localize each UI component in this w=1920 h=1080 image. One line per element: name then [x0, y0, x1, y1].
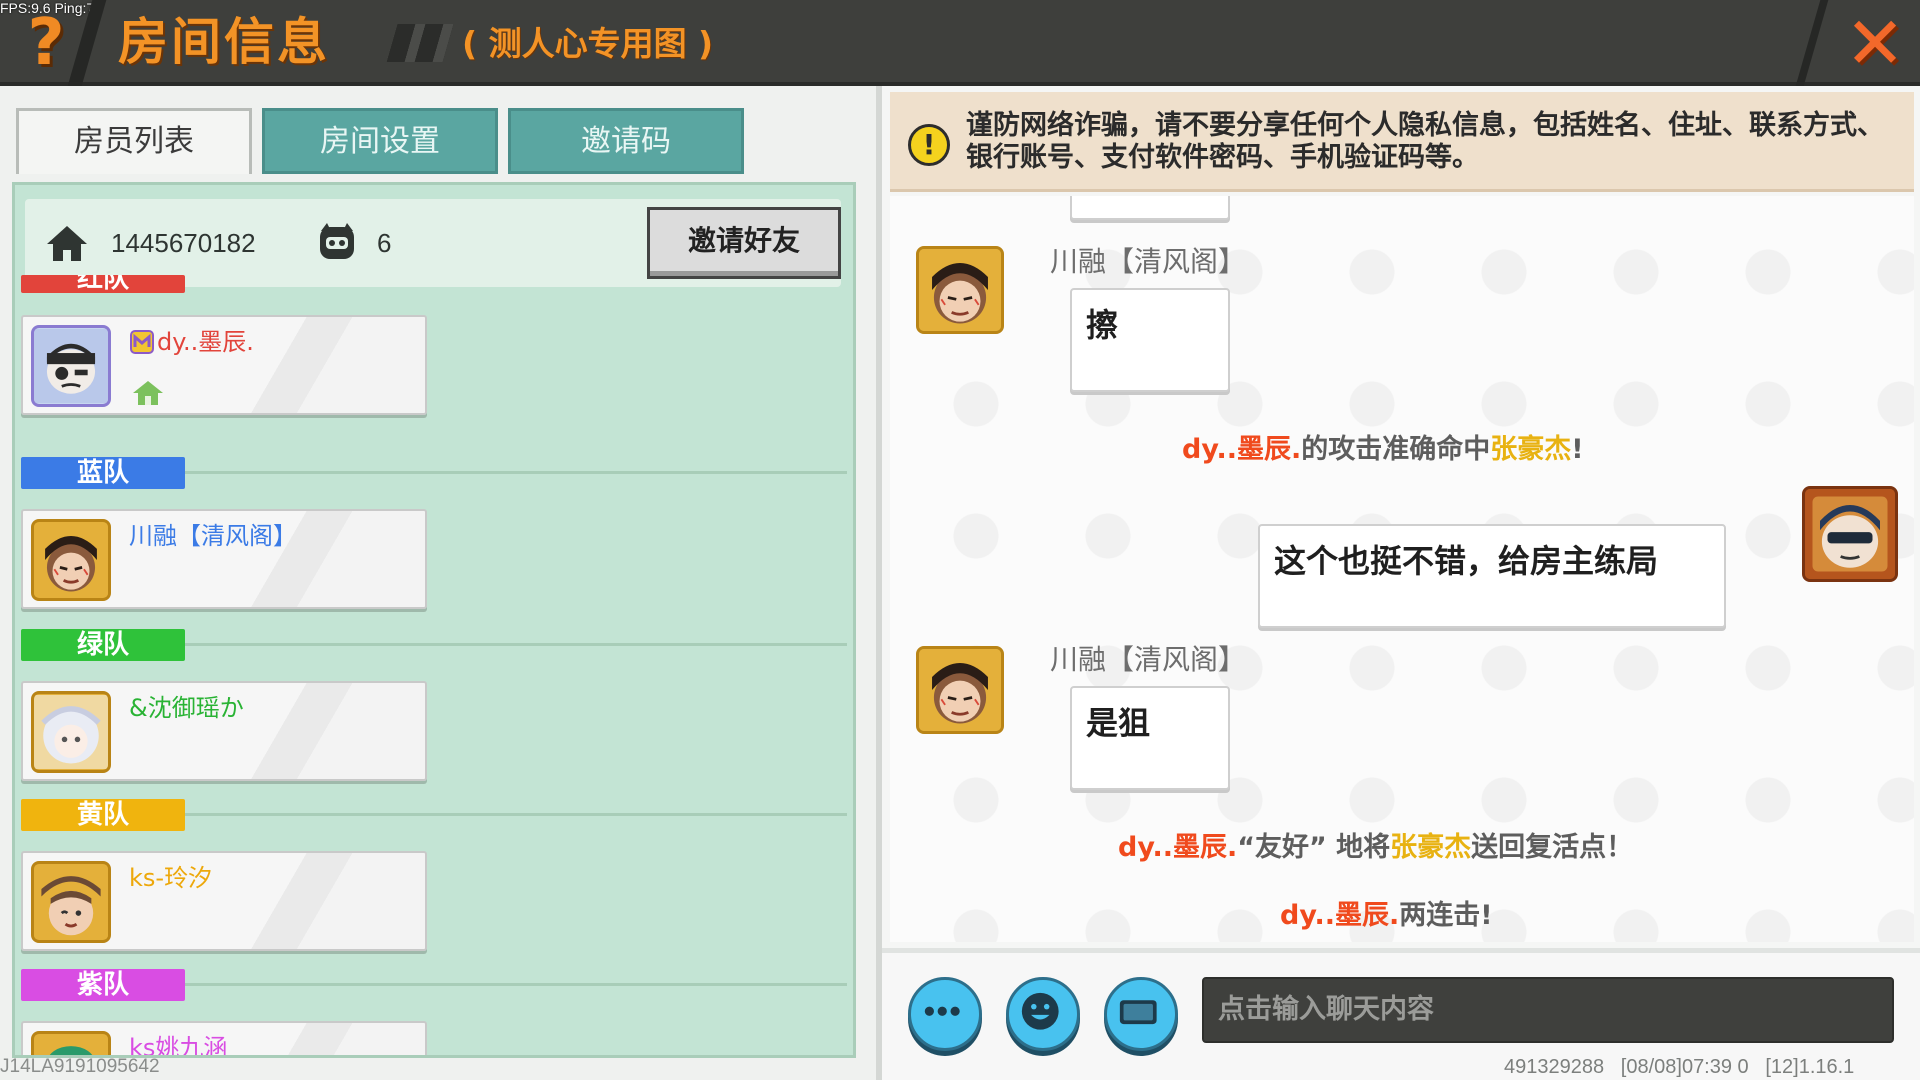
system-text: !: [1571, 434, 1584, 465]
tab-invite-code[interactable]: 邀请码: [508, 108, 744, 174]
avatar-image: [34, 695, 108, 769]
team-label-yellow: 黄队: [21, 799, 185, 831]
team-divider: [185, 471, 847, 474]
member-name: 川融【清风阁】: [129, 522, 297, 550]
avatar-image: [34, 523, 108, 597]
avatar-image: [919, 649, 1001, 731]
player-name: dy..墨辰.: [1118, 832, 1238, 863]
team-divider: [185, 643, 847, 646]
help-button[interactable]: ?: [24, 10, 68, 76]
device-id: J14LA9191095642: [0, 1056, 160, 1077]
avatar: [31, 861, 111, 943]
chat-input[interactable]: 点击输入聊天内容: [1202, 977, 1894, 1043]
member-card[interactable]: ks姚九涵: [21, 1021, 427, 1055]
member-card[interactable]: &沈御瑶か: [21, 681, 427, 781]
avatar-image: [919, 249, 1001, 331]
chat-bubble: 擦: [1070, 288, 1230, 392]
member-name: ks-玲汐: [129, 864, 213, 892]
member-name: dy..墨辰.: [157, 328, 254, 356]
more-icon: [924, 1006, 960, 1016]
team-divider: [185, 813, 847, 816]
team-label-green: 绿队: [21, 629, 185, 661]
team-label-blue: 蓝队: [21, 457, 185, 489]
close-divider: [1795, 0, 1829, 86]
member-card[interactable]: dy..墨辰.: [21, 315, 427, 415]
more-button[interactable]: [908, 977, 982, 1051]
player-name: dy..墨辰.: [1182, 434, 1302, 465]
room-id: 1445670182: [111, 228, 256, 258]
self-avatar[interactable]: [1802, 486, 1898, 582]
system-text: “友好” 地将: [1237, 832, 1391, 863]
version-info: 491329288 [08/08]07:39 0 [12]1.16.1: [1504, 1056, 1855, 1078]
emoji-button[interactable]: [1006, 977, 1080, 1051]
avatar: [31, 1031, 111, 1055]
title-stripes: [386, 24, 454, 62]
member-card[interactable]: 川融【清风阁】: [21, 509, 427, 609]
tab-room-settings[interactable]: 房间设置: [262, 108, 498, 174]
system-message: dy..墨辰.“友好” 地将张豪杰送回复活点！: [1118, 830, 1633, 866]
chat-avatar[interactable]: [916, 646, 1004, 734]
keyboard-icon: [1119, 1000, 1157, 1025]
players-icon: [320, 223, 354, 259]
host-house-icon: [133, 381, 163, 405]
page-title: 房间信息: [118, 13, 330, 71]
avatar-image: [1805, 489, 1895, 579]
room-info-row: 1445670182 6 邀请好友: [25, 199, 841, 287]
member-list[interactable]: 1445670182 6 邀请好友 红队 dy..墨辰. 蓝队 川融【清风阁】 …: [12, 182, 856, 1058]
map-subtitle: ( 测人心专用图 ): [462, 24, 714, 63]
system-message: dy..墨辰.两连击!: [1280, 898, 1493, 934]
chat-history[interactable]: 川融【清风阁】 擦 dy..墨辰.的攻击准确命中张豪杰! 这个也挺不错，给房主练…: [890, 196, 1914, 942]
chat-bubble: 这个也挺不错，给房主练局: [1258, 524, 1726, 628]
sender-name: 川融【清风阁】: [1050, 643, 1247, 676]
member-card[interactable]: ks-玲汐: [21, 851, 427, 951]
avatar: [31, 325, 111, 407]
avatar: [31, 519, 111, 601]
warning-icon: !: [908, 124, 950, 166]
chat-avatar[interactable]: [916, 246, 1004, 334]
close-button[interactable]: ✕: [1840, 7, 1910, 79]
team-label-red: 红队: [21, 275, 185, 293]
player-name: 张豪杰: [1490, 434, 1572, 465]
sender-name: 川融【清风阁】: [1050, 245, 1247, 278]
tab-member-list[interactable]: 房员列表: [16, 108, 252, 174]
team-label-purple: 紫队: [21, 969, 185, 1001]
player-name: dy..墨辰.: [1280, 900, 1400, 931]
player-name: 张豪杰: [1390, 832, 1472, 863]
fraud-warning-banner: ! 谨防网络诈骗，请不要分享任何个人隐私信息，包括姓名、住址、联系方式、银行账号…: [890, 92, 1914, 192]
system-text: 两连击!: [1399, 900, 1493, 931]
avatar-image: [34, 329, 108, 403]
invite-friends-button[interactable]: 邀请好友: [647, 207, 841, 279]
chat-panel: ! 谨防网络诈骗，请不要分享任何个人隐私信息，包括姓名、住址、联系方式、银行账号…: [882, 86, 1920, 1080]
house-icon: [47, 226, 87, 261]
avatar: [31, 691, 111, 773]
system-text: 的攻击准确命中: [1301, 434, 1491, 465]
member-name: &沈御瑶か: [129, 694, 244, 722]
keyboard-button[interactable]: [1104, 977, 1178, 1051]
system-text: 送回复活点！: [1471, 832, 1634, 863]
emoji-icon: [1021, 992, 1059, 1030]
team-divider: [185, 983, 847, 986]
member-panel: 房员列表 房间设置 邀请码 1445670182 6 邀请好友 红队 dy..墨…: [0, 86, 876, 1080]
title-bar: FPS:9.6 Ping:78 ? 房间信息 ( 测人心专用图 ) ✕: [0, 0, 1920, 86]
chat-bubble: [1070, 196, 1230, 220]
player-count: 6: [377, 228, 392, 258]
system-message: dy..墨辰.的攻击准确命中张豪杰!: [1182, 432, 1584, 468]
chat-bubble: 是狙: [1070, 686, 1230, 790]
avatar-image: [34, 865, 108, 939]
vip-badge-icon: [130, 330, 154, 354]
warning-text: 谨防网络诈骗，请不要分享任何个人隐私信息，包括姓名、住址、联系方式、银行账号、支…: [966, 110, 1884, 173]
